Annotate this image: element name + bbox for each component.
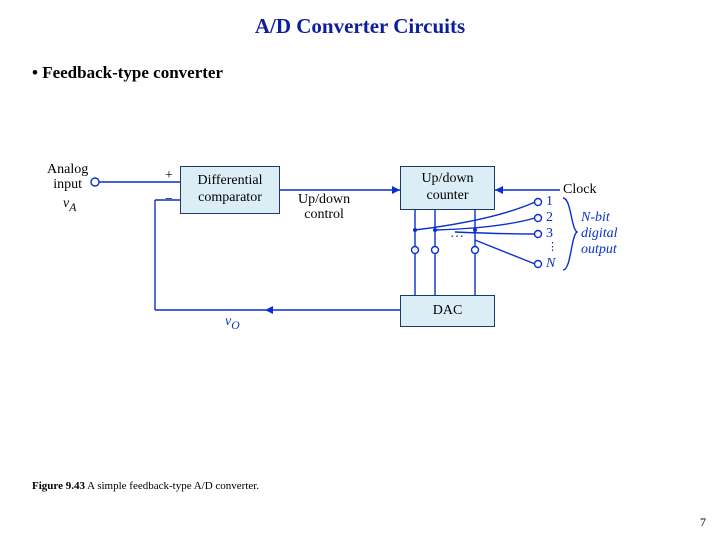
- block-counter: Up/down counter: [400, 166, 495, 210]
- label-out-dots: ⋮: [547, 240, 558, 253]
- block-comparator: Differential comparator: [180, 166, 280, 214]
- label-vA: vA: [63, 196, 76, 214]
- label-updown-control: Up/down control: [298, 192, 350, 223]
- label-clock: Clock: [563, 182, 596, 198]
- figure-number: Figure 9.43: [32, 480, 85, 492]
- label-digital-output: N-bit digital output: [581, 210, 618, 258]
- label-out-1: 1: [546, 194, 553, 210]
- block-dac: DAC: [400, 295, 495, 327]
- label-out-N: N: [546, 256, 555, 272]
- label-analog-input: Analog input: [47, 162, 88, 193]
- label-out-2: 2: [546, 210, 553, 226]
- figure-caption-text: A simple feedback-type A/D converter.: [85, 480, 259, 492]
- label-vO: vO: [225, 314, 240, 332]
- page-title: A/D Converter Circuits: [0, 0, 720, 39]
- label-minus: −: [165, 192, 173, 208]
- bullet-feedback-type: • Feedback-type converter: [0, 39, 720, 83]
- block-diagram: … Analog input vA + − Differential compa…: [65, 150, 655, 370]
- figure-caption: Figure 9.43 A simple feedback-type A/D c…: [32, 480, 259, 492]
- page-number: 7: [700, 515, 706, 530]
- label-plus: +: [165, 168, 173, 184]
